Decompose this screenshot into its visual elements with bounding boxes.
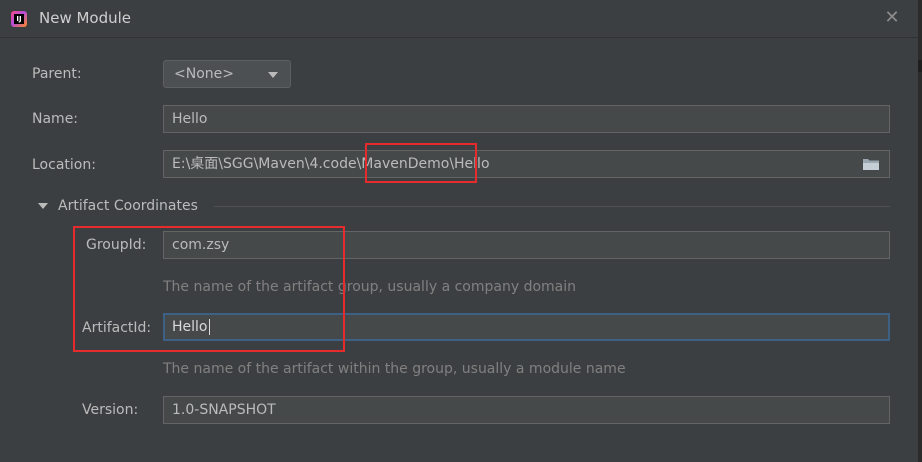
folder-icon[interactable]: [863, 158, 879, 170]
location-field[interactable]: E:\桌面\SGG\Maven\4.code\MavenDemo\Hello: [163, 150, 890, 178]
parent-select-value: <None>: [174, 66, 234, 82]
name-field-value: Hello: [172, 111, 208, 127]
version-field[interactable]: 1.0-SNAPSHOT: [163, 396, 890, 424]
artifactid-hint: The name of the artifact within the grou…: [163, 361, 626, 377]
artifact-coordinates-toggle[interactable]: Artifact Coordinates: [38, 196, 198, 216]
intellij-idea-icon: IJ: [11, 11, 27, 27]
parent-label: Parent:: [32, 66, 82, 82]
groupid-hint: The name of the artifact group, usually …: [163, 279, 576, 295]
name-field[interactable]: Hello: [163, 105, 890, 133]
dialog-title: New Module: [39, 9, 132, 27]
chevron-down-icon: [268, 72, 278, 78]
version-label: Version:: [82, 402, 139, 418]
location-path-highlight: MavenDemo: [361, 156, 450, 172]
window-edge: [918, 0, 922, 462]
triangle-down-icon: [38, 203, 48, 209]
parent-select[interactable]: <None>: [163, 60, 291, 88]
name-label: Name:: [32, 111, 79, 127]
location-label: Location:: [32, 157, 96, 173]
groupid-value: com.zsy: [172, 237, 230, 253]
version-value: 1.0-SNAPSHOT: [172, 402, 276, 418]
text-caret: [208, 319, 210, 335]
location-path-suffix: \Hello: [449, 156, 490, 172]
groupid-field[interactable]: com.zsy: [163, 231, 890, 259]
artifactid-value: Hello: [172, 319, 208, 335]
artifactid-field[interactable]: Hello: [163, 313, 890, 341]
section-divider: [214, 206, 890, 207]
artifact-coordinates-title: Artifact Coordinates: [58, 198, 198, 214]
artifactid-label: ArtifactId:: [82, 320, 152, 336]
groupid-label: GroupId:: [86, 237, 147, 253]
location-path-prefix: E:\桌面\SGG\Maven\4.code\: [172, 156, 362, 172]
close-icon[interactable]: ✕: [882, 8, 902, 28]
title-bar: IJ New Module ✕: [0, 0, 922, 38]
